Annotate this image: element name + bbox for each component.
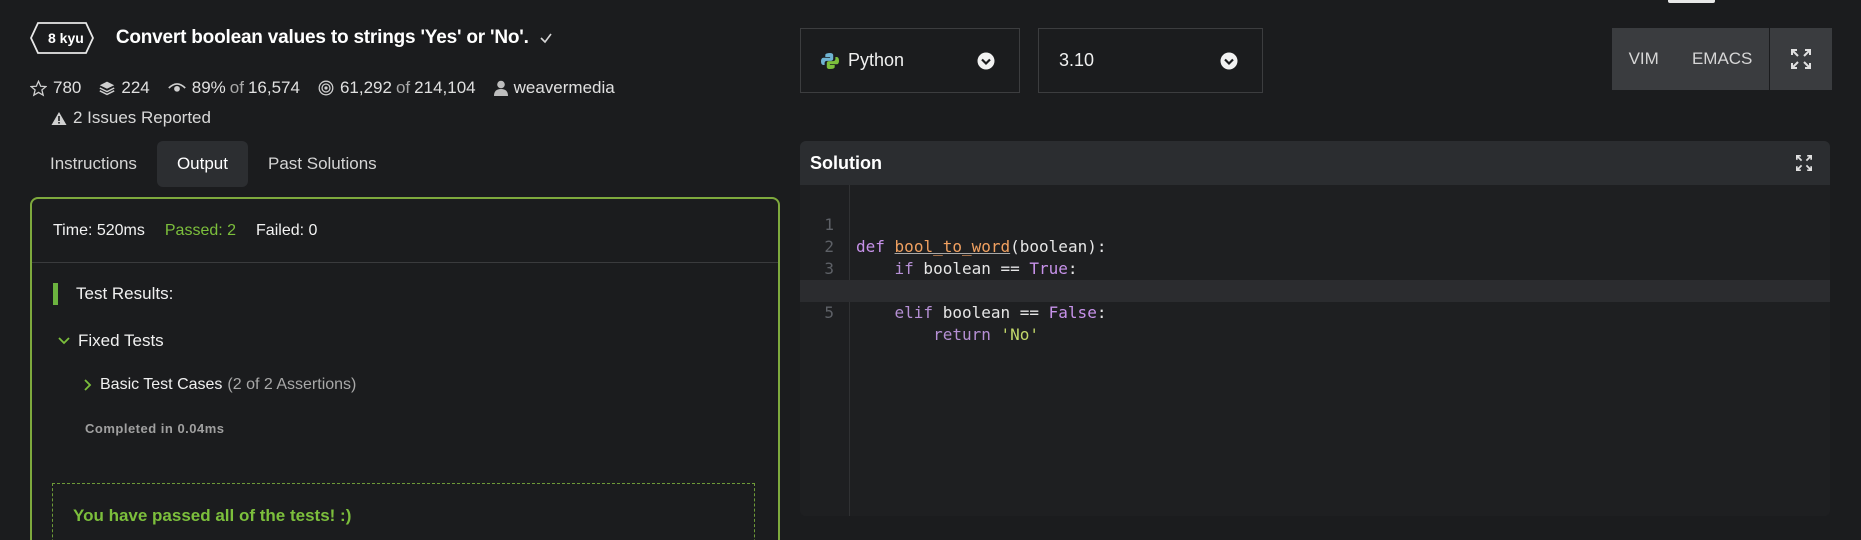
test-results-heading: Test Results: xyxy=(53,283,173,305)
editor-mode-toggle: VIM EMACS xyxy=(1612,28,1769,90)
output-panel: Time: 520ms Passed: 2 Failed: 0 Test Res… xyxy=(30,197,780,540)
emacs-mode-button[interactable]: EMACS xyxy=(1692,49,1752,69)
chevron-down-icon xyxy=(58,337,70,345)
language-select[interactable]: Python xyxy=(800,28,1020,93)
solution-header: Solution xyxy=(800,141,1830,185)
pass-message-box: You have passed all of the tests! :) xyxy=(52,483,755,540)
target-icon xyxy=(318,80,334,96)
chevron-down-icon xyxy=(977,52,995,70)
stars-count: 780 xyxy=(53,78,82,97)
code-text: return 'No' xyxy=(933,325,1040,344)
view-tabs: Instructions Output Past Solutions xyxy=(30,141,397,187)
stars-stat[interactable]: 780 xyxy=(30,78,81,98)
satisfaction-stat: 89% of 16,574 xyxy=(167,78,300,98)
completed-of: of xyxy=(395,78,411,97)
author-name[interactable]: weavermedia xyxy=(514,78,615,98)
title-row: 8 kyu Convert boolean values to strings … xyxy=(30,20,770,56)
pass-message: You have passed all of the tests! :) xyxy=(73,506,352,525)
code-line[interactable]: 1 def bool_to_word(boolean): xyxy=(800,192,1830,256)
kata-header: 8 kyu Convert boolean values to strings … xyxy=(30,20,770,129)
case-label: Basic Test Cases xyxy=(100,376,223,393)
language-value: Python xyxy=(848,50,905,70)
completed-stat: 61,292 of 214,104 xyxy=(318,78,476,98)
warning-icon xyxy=(51,111,67,125)
expand-icon[interactable] xyxy=(1796,155,1812,171)
top-indicator xyxy=(1668,0,1715,3)
satisfaction-rating: 89% xyxy=(191,78,226,97)
kata-title[interactable]: Convert boolean values to strings 'Yes' … xyxy=(116,27,529,49)
fullscreen-button[interactable] xyxy=(1770,28,1832,90)
completed-count: 61,292 xyxy=(339,78,392,97)
layers-icon xyxy=(99,81,115,96)
completed-time: Completed in 0.04ms xyxy=(85,421,225,436)
rank-label: 8 kyu xyxy=(48,30,84,46)
code-line-active[interactable]: 5 return 'No' xyxy=(800,280,1830,344)
rank-badge: 8 kyu xyxy=(30,22,102,54)
collections-count: 224 xyxy=(121,78,150,97)
solution-panel: Solution 1 def bool_to_word(boolean): 2 … xyxy=(800,141,1830,516)
code-line[interactable]: 3 return 'Yes' xyxy=(800,236,1830,300)
chevron-right-icon xyxy=(84,379,92,391)
issues-link[interactable]: 2 Issues Reported xyxy=(51,107,770,129)
fixed-tests-group[interactable]: Fixed Tests xyxy=(58,331,164,351)
author-stat[interactable]: weavermedia xyxy=(493,78,615,98)
basic-test-cases[interactable]: Basic Test Cases (2 of 2 Assertions) xyxy=(84,376,356,394)
attempted-count: 214,104 xyxy=(414,78,476,97)
solution-title: Solution xyxy=(810,152,882,173)
version-value: 3.10 xyxy=(1059,50,1095,70)
star-icon xyxy=(30,79,47,97)
tab-output[interactable]: Output xyxy=(156,141,248,187)
code-line[interactable]: 2 if boolean == True: xyxy=(800,214,1830,278)
user-icon xyxy=(493,80,508,96)
kata-trainer-page: 8 kyu Convert boolean values to strings … xyxy=(0,0,1861,540)
code-editor[interactable]: 1 def bool_to_word(boolean): 2 if boolea… xyxy=(800,185,1830,516)
votes-count: 16,574 xyxy=(247,78,300,97)
python-icon xyxy=(821,52,839,69)
tab-instructions[interactable]: Instructions xyxy=(30,141,157,187)
line-number: 5 xyxy=(824,303,834,322)
code-text: elif boolean == False: xyxy=(894,303,1107,322)
passed-count: Passed: 2 xyxy=(164,221,237,239)
stats-row: 780 224 89% of 16,574 61,292 of 214,104 … xyxy=(30,78,770,98)
version-select[interactable]: 3.10 xyxy=(1038,28,1263,93)
failed-count: Failed: 0 xyxy=(256,221,318,239)
expand-icon xyxy=(1791,49,1811,69)
tab-past-solutions[interactable]: Past Solutions xyxy=(248,141,397,187)
case-assertions: (2 of 2 Assertions) xyxy=(227,376,357,393)
vim-mode-button[interactable]: VIM xyxy=(1629,49,1659,69)
satisfaction-of: of xyxy=(229,78,244,97)
chevron-down-icon xyxy=(1220,52,1238,70)
run-time: Time: 520ms xyxy=(53,221,145,239)
eye-icon xyxy=(167,83,186,92)
output-summary: Time: 520ms Passed: 2 Failed: 0 xyxy=(32,199,778,263)
issues-label: 2 Issues Reported xyxy=(73,108,211,127)
collections-stat[interactable]: 224 xyxy=(99,78,150,98)
checkmark-icon xyxy=(540,33,552,44)
group-label: Fixed Tests xyxy=(78,331,164,350)
code-line[interactable]: 4 elif boolean == False: xyxy=(800,258,1830,322)
